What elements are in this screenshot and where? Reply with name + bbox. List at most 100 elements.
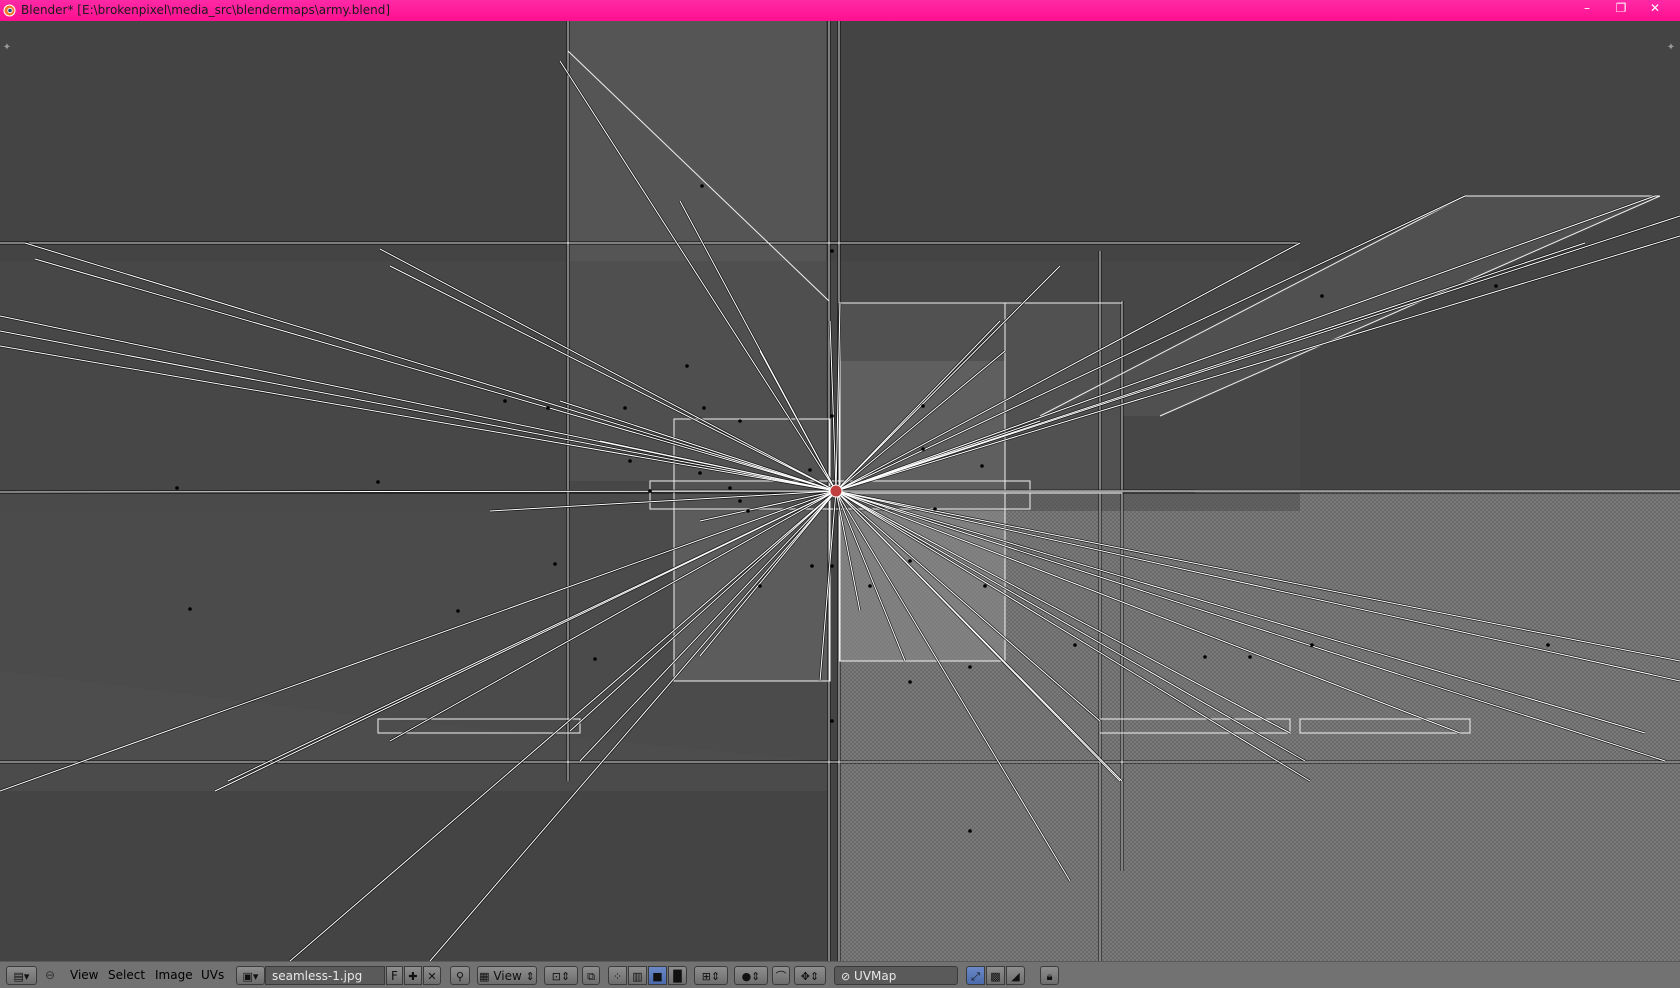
uv-vertex[interactable] bbox=[738, 419, 742, 423]
select-face-button[interactable]: ■ bbox=[648, 966, 667, 985]
uv-vertex[interactable] bbox=[1546, 643, 1550, 647]
new-image-button[interactable]: ✚ bbox=[404, 966, 422, 985]
view-mode-dropdown[interactable]: ▦ View ⇕ bbox=[477, 966, 537, 985]
lock-button[interactable]: 🔒︎ bbox=[1040, 966, 1059, 985]
uv-vertex[interactable] bbox=[830, 719, 834, 723]
uv-vertex[interactable] bbox=[830, 564, 834, 568]
uv-vertex[interactable] bbox=[685, 364, 689, 368]
uv-vertex[interactable] bbox=[188, 607, 192, 611]
uv-vertex[interactable] bbox=[968, 829, 972, 833]
menu-select[interactable]: Select bbox=[104, 966, 149, 985]
uv-editor-viewport[interactable]: ✦ ✦ bbox=[0, 21, 1680, 961]
image-checker-toggle[interactable]: ▩ bbox=[986, 966, 1005, 985]
uv-sync-icon: ⤢ bbox=[971, 970, 980, 983]
uv-vertex[interactable] bbox=[175, 486, 179, 490]
uv-vertex[interactable] bbox=[868, 584, 872, 588]
sticky-selection-icon: ⧉ bbox=[587, 970, 595, 983]
uv-editor-header: ▤▾ ⊖ View Select Image UVs ▣▾ seamless-1… bbox=[0, 961, 1680, 988]
uv-vertex[interactable] bbox=[553, 562, 557, 566]
edge-select-icon: ▥ bbox=[632, 970, 643, 983]
window-title: Blender* [E:\brokenpixel\media_src\blend… bbox=[21, 3, 390, 17]
uv-stretch-toggle[interactable]: ◢ bbox=[1006, 966, 1025, 985]
snap-element-dropdown[interactable]: ⊞⇕ bbox=[694, 966, 728, 985]
uv-vertex[interactable] bbox=[808, 468, 812, 472]
pivot-dropdown[interactable]: ⊡⇕ bbox=[544, 966, 578, 985]
lock-icon: 🔒︎ bbox=[1046, 970, 1053, 983]
select-edge-button[interactable]: ▥ bbox=[628, 966, 647, 985]
image-name-field[interactable]: seamless-1.jpg bbox=[265, 966, 385, 985]
uv-vertex[interactable] bbox=[810, 564, 814, 568]
window-titlebar: Blender* [E:\brokenpixel\media_src\blend… bbox=[0, 0, 1680, 21]
menu-image[interactable]: Image bbox=[151, 966, 197, 985]
uv-map-icon: ⊘ bbox=[841, 970, 851, 983]
uv-vertex[interactable] bbox=[700, 184, 704, 188]
image-browse-icon: ▣▾ bbox=[242, 970, 259, 983]
editor-type-icon: ▤▾ bbox=[13, 970, 30, 983]
uv-vertex[interactable] bbox=[983, 584, 987, 588]
uv-vertex[interactable] bbox=[1073, 643, 1077, 647]
uv-vertex[interactable] bbox=[456, 609, 460, 613]
pin-image-button[interactable]: ⚲ bbox=[450, 966, 470, 985]
select-vertex-button[interactable]: ⁘ bbox=[608, 966, 627, 985]
blender-logo-icon bbox=[3, 4, 16, 17]
snap-target-dropdown[interactable]: ✥⇕ bbox=[794, 966, 826, 985]
uv-vertex[interactable] bbox=[746, 509, 750, 513]
close-button[interactable]: ✕ bbox=[1638, 0, 1672, 18]
snap-icon: ⊞⇕ bbox=[701, 970, 721, 983]
uv-sync-toggle[interactable]: ⤢ bbox=[966, 966, 985, 985]
uv-vertex[interactable] bbox=[758, 584, 762, 588]
proportional-edit-dropdown[interactable]: ●⇕ bbox=[734, 966, 768, 985]
uv-vertex[interactable] bbox=[702, 406, 706, 410]
uv-vertex[interactable] bbox=[738, 499, 742, 503]
face-select-icon: ■ bbox=[652, 970, 663, 983]
uv-vertex[interactable] bbox=[376, 480, 380, 484]
uv-vertex[interactable] bbox=[623, 406, 627, 410]
vertex-select-icon: ⁘ bbox=[612, 970, 623, 983]
uv-mesh-canvas[interactable] bbox=[0, 21, 1680, 961]
editor-type-selector[interactable]: ▤▾ bbox=[6, 966, 37, 985]
uv-vertex[interactable] bbox=[1203, 655, 1207, 659]
uv-vertex[interactable] bbox=[1494, 284, 1498, 288]
image-browse-button[interactable]: ▣▾ bbox=[236, 966, 265, 985]
fake-user-toggle[interactable]: F bbox=[386, 966, 403, 985]
menu-view[interactable]: View bbox=[66, 966, 102, 985]
area-corner-handle[interactable]: ✦ bbox=[1666, 43, 1676, 53]
proportional-icon: ●⇕ bbox=[741, 970, 761, 983]
uv-vertex[interactable] bbox=[908, 680, 912, 684]
uv-vertex[interactable] bbox=[921, 404, 925, 408]
uv-vertex[interactable] bbox=[908, 559, 912, 563]
uv-map-name: UVMap bbox=[854, 969, 897, 983]
menu-uvs[interactable]: UVs bbox=[197, 966, 228, 985]
uv-vertex[interactable] bbox=[1310, 643, 1314, 647]
falloff-icon: ⌒ bbox=[775, 970, 787, 983]
pivot-icon: ⊡⇕ bbox=[551, 970, 571, 983]
uv-vertex[interactable] bbox=[1320, 294, 1324, 298]
uv-vertex[interactable] bbox=[968, 665, 972, 669]
uv-vertex[interactable] bbox=[921, 447, 925, 451]
collapse-menu-icon[interactable]: ⊖ bbox=[45, 966, 57, 985]
uv-vertex[interactable] bbox=[830, 414, 834, 418]
uv-vertex[interactable] bbox=[728, 486, 732, 490]
proportional-falloff-button[interactable]: ⌒ bbox=[772, 966, 790, 985]
island-select-icon: ▐▌ bbox=[669, 970, 686, 983]
area-corner-handle[interactable]: ✦ bbox=[2, 43, 12, 53]
minimize-button[interactable]: – bbox=[1570, 0, 1604, 18]
uv-map-field[interactable]: ⊘ UVMap bbox=[834, 966, 958, 985]
restore-button[interactable]: ❐ bbox=[1604, 0, 1638, 18]
stretch-icon: ◢ bbox=[1011, 970, 1020, 983]
select-island-button[interactable]: ▐▌ bbox=[668, 966, 687, 985]
uv-vertex[interactable] bbox=[546, 406, 550, 410]
unlink-image-button[interactable]: ✕ bbox=[423, 966, 441, 985]
uv-vertex[interactable] bbox=[593, 657, 597, 661]
uv-vertex[interactable] bbox=[503, 399, 507, 403]
sticky-selection-button[interactable]: ⧉ bbox=[582, 966, 600, 985]
uv-vertex[interactable] bbox=[980, 464, 984, 468]
uv-vertex[interactable] bbox=[933, 507, 937, 511]
uv-vertex[interactable] bbox=[1248, 655, 1252, 659]
new-image-icon: ✚ bbox=[408, 970, 418, 983]
uv-vertex[interactable] bbox=[628, 459, 632, 463]
uv-vertex[interactable] bbox=[648, 489, 652, 493]
uv-vertex[interactable] bbox=[698, 471, 702, 475]
uv-center-hub bbox=[829, 484, 843, 498]
uv-vertex[interactable] bbox=[830, 249, 834, 253]
